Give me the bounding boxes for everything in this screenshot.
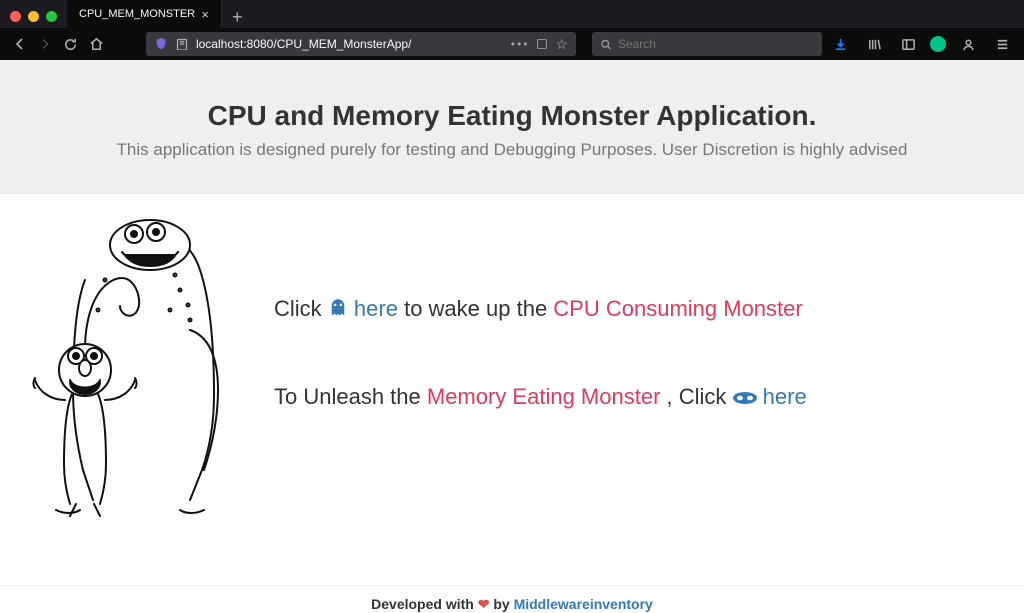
back-button[interactable] xyxy=(10,32,30,56)
bookmark-icon[interactable]: ☆ xyxy=(555,36,568,53)
maximize-window-button[interactable] xyxy=(46,11,57,22)
page: CPU and Memory Eating Monster Applicatio… xyxy=(0,60,1024,613)
monster-illustration xyxy=(30,210,260,520)
browser-tab[interactable]: CPU_MEM_MONSTER × xyxy=(67,0,222,28)
text: by xyxy=(493,596,513,612)
extension-icon[interactable] xyxy=(930,36,946,52)
search-input[interactable] xyxy=(618,37,814,51)
url-actions: ••• xyxy=(511,37,530,51)
close-window-button[interactable] xyxy=(10,11,21,22)
info-icon xyxy=(176,38,188,50)
forward-button[interactable] xyxy=(36,32,56,56)
home-button[interactable] xyxy=(87,32,107,56)
window-controls xyxy=(8,11,67,28)
footer: Developed with ❤ by Middlewareinventory xyxy=(0,585,1024,613)
account-button[interactable] xyxy=(956,32,980,56)
text: Click xyxy=(274,296,328,321)
minimize-window-button[interactable] xyxy=(28,11,39,22)
text: , Click xyxy=(667,384,733,409)
ghost-icon xyxy=(328,298,348,324)
browser-chrome: CPU_MEM_MONSTER × + localhost:8080/CPU_M… xyxy=(0,0,1024,60)
main-body: Click here to wake up the CPU Consuming … xyxy=(0,194,1024,585)
sidebar-button[interactable] xyxy=(896,32,920,56)
author-link[interactable]: Middlewareinventory xyxy=(514,596,653,612)
library-button[interactable] xyxy=(862,32,886,56)
menu-button[interactable] xyxy=(990,32,1014,56)
cpu-monster-label: CPU Consuming Monster xyxy=(553,296,802,321)
reload-button[interactable] xyxy=(61,32,81,56)
new-tab-button[interactable]: + xyxy=(222,6,253,28)
reader-mode-icon[interactable] xyxy=(537,39,547,49)
search-bar[interactable] xyxy=(592,32,822,56)
text: Developed with xyxy=(371,596,478,612)
action-links: Click here to wake up the CPU Consuming … xyxy=(274,210,994,472)
close-tab-button[interactable]: × xyxy=(197,7,213,22)
memory-monster-link[interactable]: here xyxy=(763,384,807,409)
shield-icon xyxy=(154,37,168,51)
page-title: CPU and Memory Eating Monster Applicatio… xyxy=(20,100,1004,132)
cpu-monster-link[interactable]: here xyxy=(354,296,398,321)
memory-monster-line: To Unleash the Memory Eating Monster , C… xyxy=(274,384,994,412)
cpu-monster-line: Click here to wake up the CPU Consuming … xyxy=(274,296,994,324)
text: to wake up the xyxy=(404,296,553,321)
url-bar[interactable]: localhost:8080/CPU_MEM_MonsterApp/ ••• ☆ xyxy=(146,32,576,56)
text: To Unleash the xyxy=(274,384,427,409)
downloads-button[interactable] xyxy=(828,32,852,56)
heart-icon: ❤ xyxy=(478,596,490,612)
hero: CPU and Memory Eating Monster Applicatio… xyxy=(0,60,1024,194)
toolbar-right xyxy=(828,32,1014,56)
search-icon xyxy=(600,38,612,51)
mask-icon xyxy=(733,386,757,412)
page-subtitle: This application is designed purely for … xyxy=(20,140,1004,160)
tab-title: CPU_MEM_MONSTER xyxy=(79,8,197,20)
toolbar: localhost:8080/CPU_MEM_MonsterApp/ ••• ☆ xyxy=(0,28,1024,60)
memory-monster-label: Memory Eating Monster xyxy=(427,384,661,409)
tab-bar: CPU_MEM_MONSTER × + xyxy=(0,0,1024,28)
url-text: localhost:8080/CPU_MEM_MonsterApp/ xyxy=(196,37,503,51)
